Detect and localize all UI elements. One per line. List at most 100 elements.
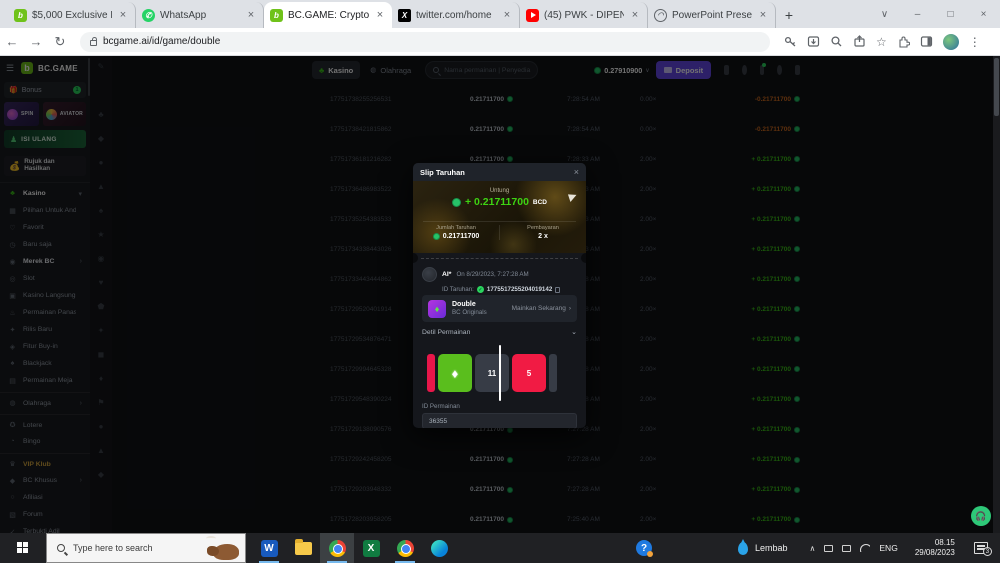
tab-favicon [270, 9, 283, 22]
install-icon[interactable] [807, 35, 820, 48]
browser-tab[interactable]: twitter.com/home × [392, 2, 520, 28]
chevron-right-icon: › [569, 305, 571, 312]
taskbar-chrome-active[interactable] [320, 533, 354, 563]
share-icon[interactable] [853, 35, 866, 48]
page-scrollbar[interactable] [993, 56, 1000, 533]
support-chat-button[interactable]: 🎧 [971, 506, 991, 526]
taskbar-search[interactable]: Type here to search [46, 533, 246, 563]
browser-menu-icon[interactable]: ⋮ [969, 35, 981, 49]
taskbar-apps: W X [252, 533, 456, 563]
tray-phone-icon[interactable] [824, 545, 833, 552]
password-key-icon[interactable] [784, 35, 797, 48]
bet-id-label: ID Taruhan: [442, 286, 474, 293]
bcd-coin-icon [452, 198, 461, 207]
taskbar-word[interactable]: W [252, 533, 286, 563]
address-bar[interactable]: bcgame.ai/id/game/double [80, 32, 770, 52]
forward-button[interactable]: → [24, 34, 48, 49]
game-details-toggle[interactable]: Detil Permainan ⌄ [422, 328, 577, 336]
taskbar-edge[interactable] [422, 533, 456, 563]
tab-close-icon[interactable]: × [629, 9, 641, 21]
windows-taskbar: Type here to search W X ? Lembab ∧ ENG 0… [0, 533, 1000, 563]
tab-search-icon[interactable]: ∨ [868, 0, 901, 28]
zoom-icon[interactable] [830, 35, 843, 48]
game-id-label: ID Permainan [422, 403, 460, 410]
system-tray: ∧ ENG 08.15 29/08/2023 3 [810, 538, 996, 558]
profit-value: + 0.21711700 [465, 196, 529, 208]
word-icon: W [261, 540, 278, 557]
tab-favicon [398, 9, 411, 22]
close-window-button[interactable]: × [967, 0, 1000, 28]
tab-title: twitter.com/home [416, 10, 496, 21]
modal-title: Slip Taruhan [420, 168, 465, 177]
tab-close-icon[interactable]: × [501, 9, 513, 21]
tray-expand-icon[interactable]: ∧ [810, 544, 816, 553]
notification-center-icon[interactable]: 3 [974, 542, 988, 554]
side-panel-icon[interactable] [920, 35, 933, 48]
extensions-icon[interactable] [897, 35, 910, 48]
wifi-icon[interactable] [860, 544, 870, 552]
chrome-icon [397, 540, 414, 557]
help-icon[interactable]: ? [636, 540, 652, 556]
browser-tab[interactable]: PowerPoint Presentati × [648, 2, 776, 28]
tab-title: PowerPoint Presentati [672, 10, 752, 21]
user-avatar [422, 267, 437, 282]
tab-title: $5,000 Exclusive DOU [32, 10, 112, 21]
chrome-icon [329, 540, 346, 557]
tab-title: (45) PWK - DIPENJARA [544, 10, 624, 21]
double-game-icon: ♦ [428, 300, 446, 318]
maximize-button[interactable]: □ [934, 0, 967, 28]
minimize-button[interactable]: – [901, 0, 934, 28]
tab-favicon [14, 9, 27, 22]
browser-tab-strip: $5,000 Exclusive DOU × WhatsApp × BC.GAM… [0, 0, 1000, 28]
taskbar-clock[interactable]: 08.15 29/08/2023 [915, 538, 955, 558]
clock-time: 08.15 [915, 538, 955, 548]
game-card[interactable]: ♦ Double BC Originals Mainkan Sekarang› [422, 295, 577, 322]
tab-close-icon[interactable]: × [117, 9, 129, 21]
tab-favicon [142, 9, 155, 22]
bet-id-value: 1775517255204019142 [487, 286, 552, 293]
game-id-input[interactable] [422, 413, 577, 428]
payout-label: Pembayaran [500, 225, 586, 231]
tab-favicon [654, 9, 667, 22]
tab-close-icon[interactable]: × [757, 9, 769, 21]
scrollbar-thumb[interactable] [994, 58, 999, 116]
start-button[interactable] [0, 533, 46, 563]
close-icon[interactable]: × [574, 167, 579, 177]
taskbar-excel[interactable]: X [354, 533, 388, 563]
username: AI* [442, 271, 451, 278]
result-strip: ♦ 11 5 [413, 349, 586, 397]
weather-widget[interactable]: Lembab [738, 542, 788, 555]
browser-tab[interactable]: BC.GAME: Crypto Casi × [264, 2, 392, 28]
currency-label: BCD [533, 199, 547, 206]
copy-icon[interactable] [555, 287, 560, 293]
bet-timestamp: On 8/29/2023, 7:27:28 AM [456, 271, 528, 278]
play-now-link[interactable]: Mainkan Sekarang› [512, 305, 571, 312]
weather-label: Lembab [755, 543, 788, 553]
back-button[interactable]: ← [0, 34, 24, 49]
bet-amount-label: Jumlah Taruhan [413, 225, 499, 231]
language-indicator[interactable]: ENG [879, 543, 897, 553]
new-tab-button[interactable]: + [776, 2, 802, 28]
taskbar-explorer[interactable] [286, 533, 320, 563]
tab-favicon [526, 9, 539, 22]
tab-close-icon[interactable]: × [245, 9, 257, 21]
result-tile-5: 5 [512, 354, 546, 392]
ticket-cutout [413, 253, 586, 263]
result-tile-11: 11 [475, 354, 509, 392]
tray-device-icon[interactable] [842, 545, 851, 552]
browser-tab[interactable]: $5,000 Exclusive DOU × [8, 2, 136, 28]
notification-badge: 3 [983, 547, 992, 556]
bookmark-star-icon[interactable]: ☆ [876, 35, 887, 49]
tab-title: BC.GAME: Crypto Casi [288, 10, 369, 21]
browser-toolbar: ← → ↻ bcgame.ai/id/game/double ☆ ⋮ [0, 28, 1000, 56]
verified-shield-icon: ✓ [477, 286, 484, 293]
reload-button[interactable]: ↻ [48, 34, 72, 50]
taskbar-chrome-2[interactable] [388, 533, 422, 563]
url-text: bcgame.ai/id/game/double [103, 36, 220, 47]
result-tile-dark-sliver [549, 354, 557, 392]
search-highlight-ox-image[interactable] [207, 538, 239, 560]
browser-tab[interactable]: (45) PWK - DIPENJARA × [520, 2, 648, 28]
tab-close-icon[interactable]: × [374, 9, 386, 21]
browser-tab[interactable]: WhatsApp × [136, 2, 264, 28]
profile-avatar[interactable] [943, 34, 959, 50]
